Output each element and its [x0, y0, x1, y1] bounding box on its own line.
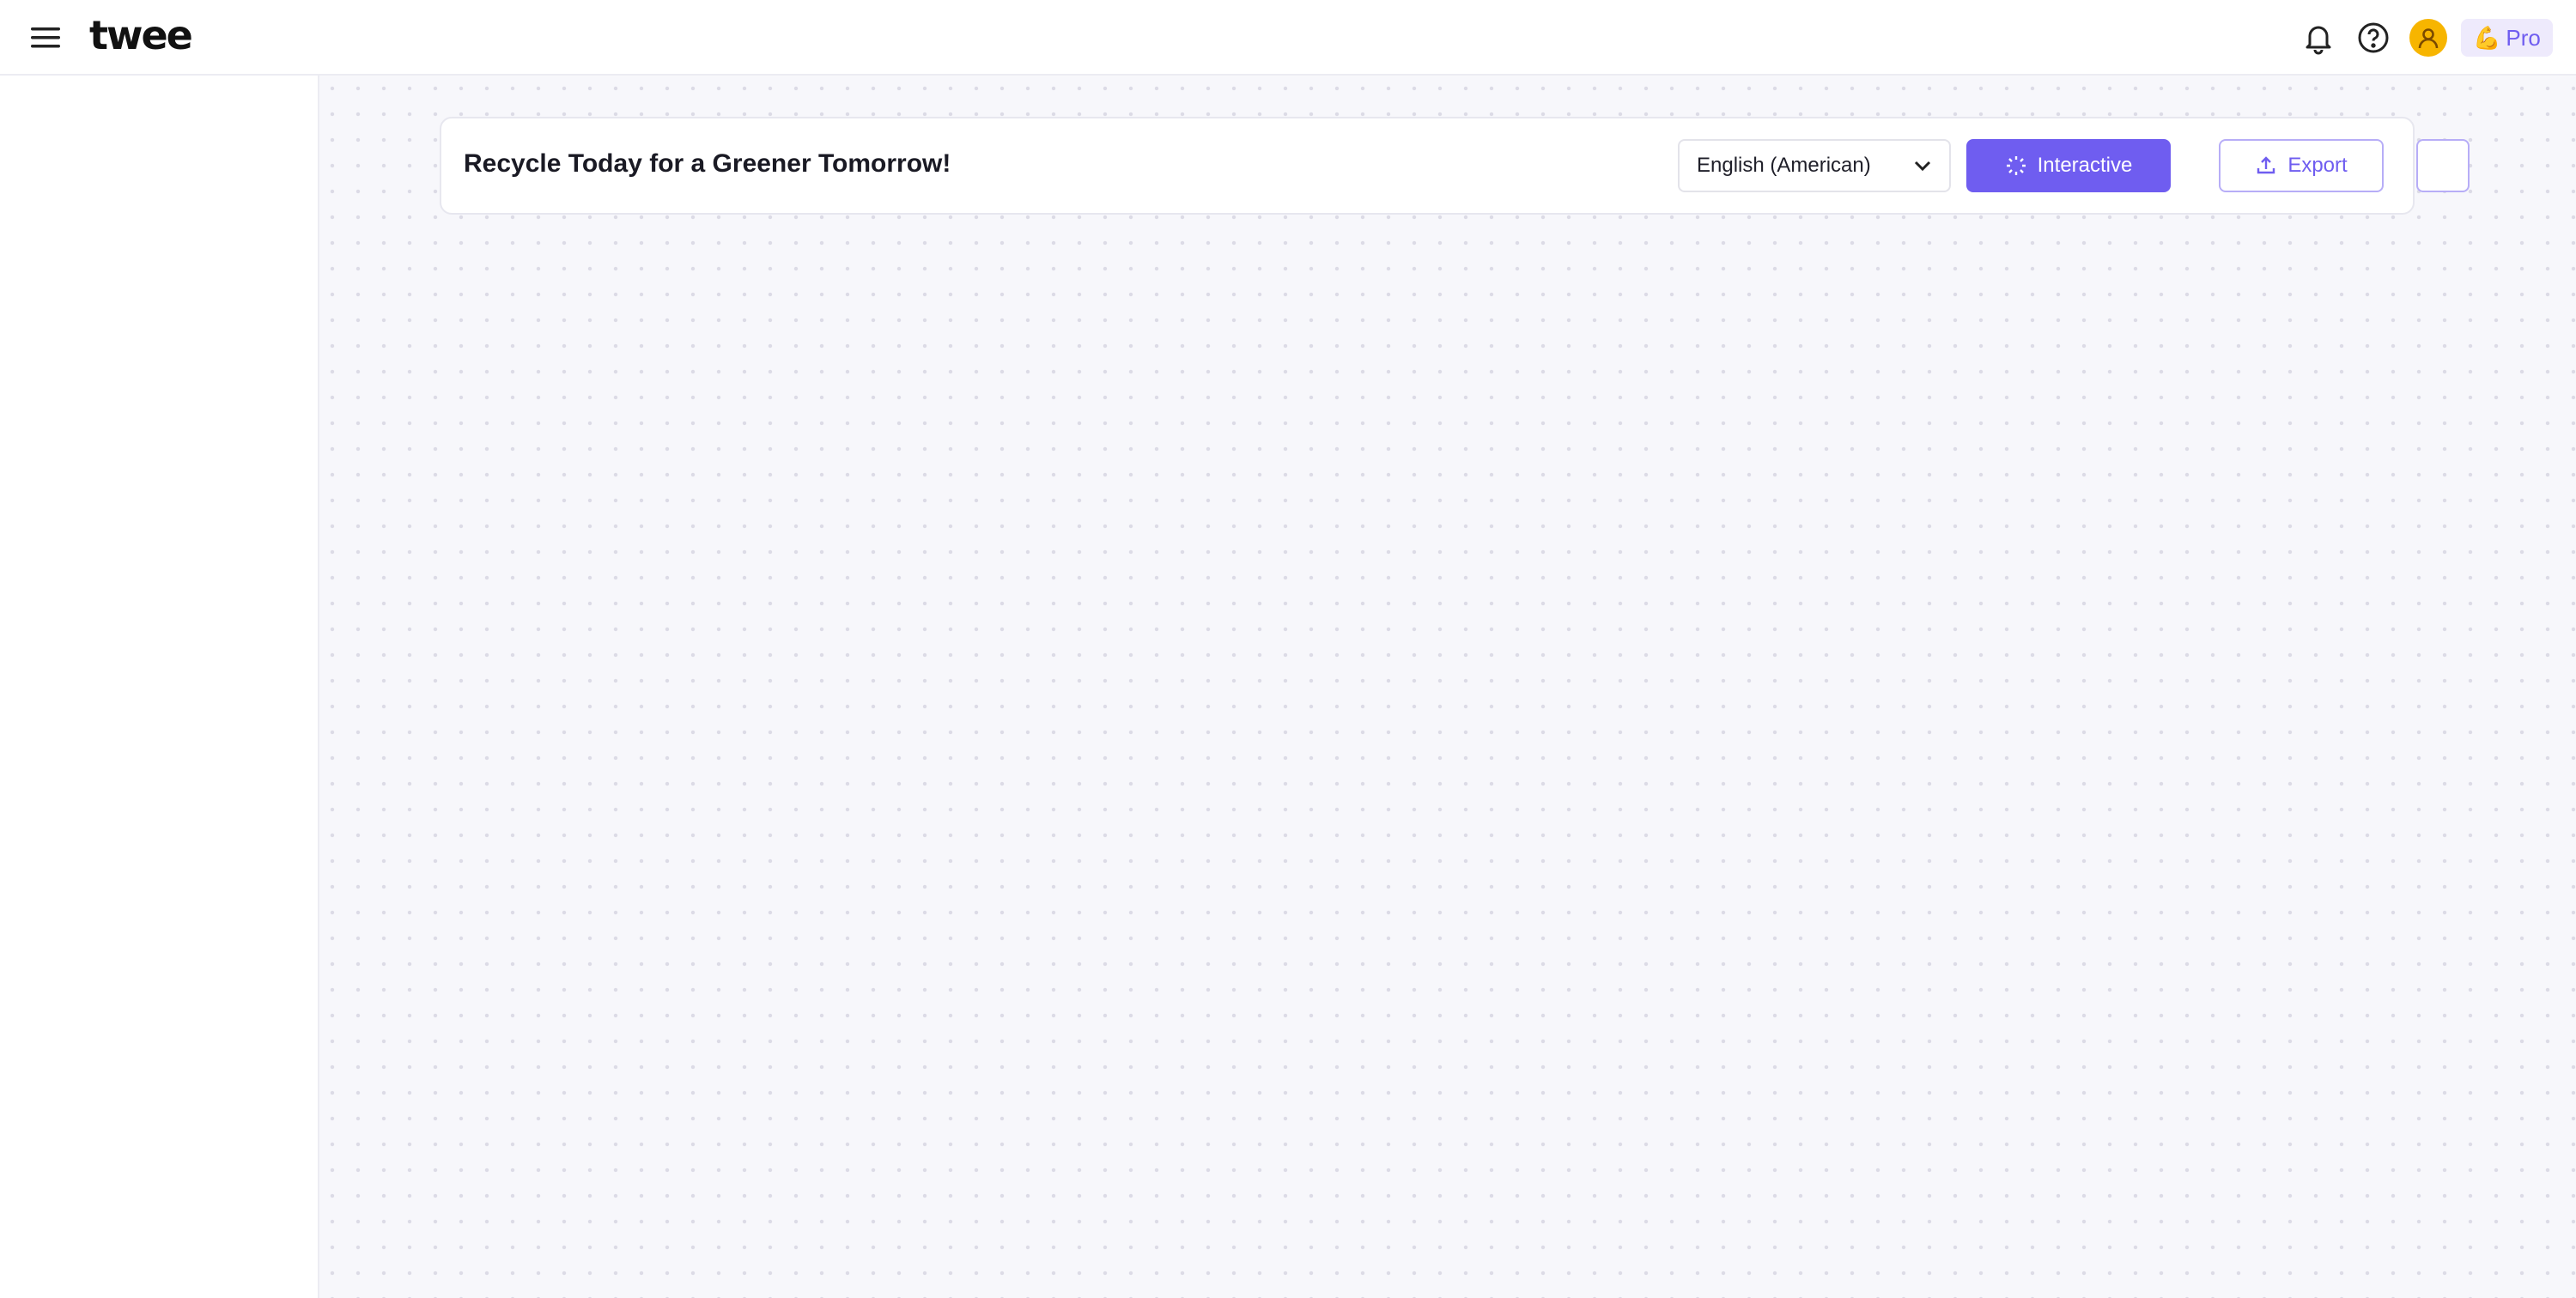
document-toolbar: Recycle Today for a Greener Tomorrow! En… [440, 117, 2470, 215]
chevron-down-icon [1913, 160, 1932, 172]
interactive-button[interactable]: Interactive [1966, 139, 2171, 192]
export-button[interactable]: Export [2219, 139, 2384, 192]
pro-label: Pro [2506, 24, 2541, 51]
export-label: Export [2287, 154, 2348, 177]
pro-badge[interactable]: 💪 Pro [2461, 19, 2553, 57]
upload-icon [2255, 155, 2277, 177]
help-icon[interactable] [2354, 19, 2392, 57]
sidebar-item-placeholder [19, 76, 294, 130]
top-bar: twee 💪 Pro [0, 0, 2576, 76]
bell-icon[interactable] [2300, 19, 2337, 57]
language-select[interactable]: English (American) [1678, 139, 1951, 192]
main-canvas: Recycle Today for a Greener Tomorrow! En… [319, 76, 2576, 1298]
document-title[interactable]: Recycle Today for a Greener Tomorrow! [464, 149, 951, 179]
app-logo[interactable]: twee [89, 12, 193, 58]
language-value: English (American) [1697, 154, 1871, 177]
more-options-button[interactable] [2416, 139, 2470, 192]
sidebar-nav [0, 76, 319, 1298]
user-avatar[interactable] [2409, 19, 2447, 57]
muscle-icon: 💪 [2473, 24, 2501, 51]
menu-icon[interactable] [29, 22, 64, 53]
sparkle-icon [2005, 155, 2027, 177]
interactive-label: Interactive [2037, 154, 2133, 177]
